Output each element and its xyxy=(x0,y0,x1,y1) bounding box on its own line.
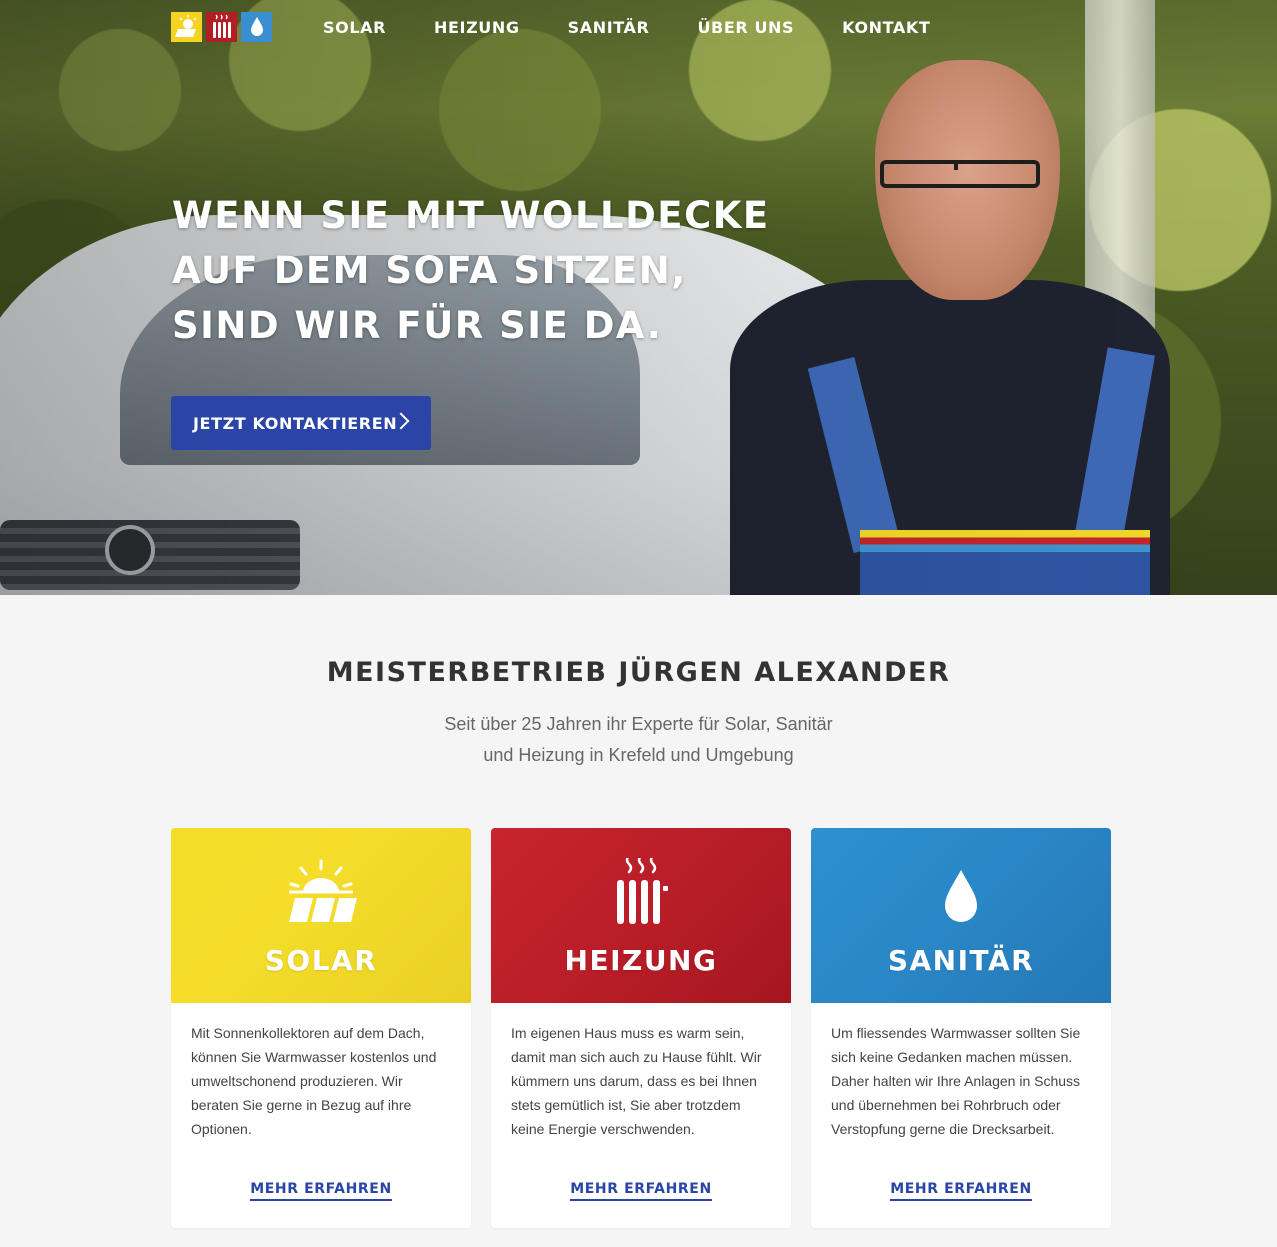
card-more-sanitaer: MEHR ERFAHREN xyxy=(811,1178,1111,1201)
card-more-solar: MEHR ERFAHREN xyxy=(171,1178,471,1201)
nav-ueber-uns[interactable]: ÜBER UNS xyxy=(697,18,794,37)
hero-headline-line: AUF DEM SOFA SITZEN, xyxy=(172,249,687,292)
learn-more-link-heizung[interactable]: MEHR ERFAHREN xyxy=(570,1181,712,1201)
learn-more-link-solar[interactable]: MEHR ERFAHREN xyxy=(250,1181,392,1201)
card-header-sanitaer[interactable]: SANITÄR xyxy=(811,828,1111,1003)
service-card-solar: SOLAR Mit Sonnenkollektoren auf dem Dach… xyxy=(171,828,471,1228)
drop-logo-icon xyxy=(241,12,272,42)
card-text-heizung: Im eigenen Haus muss es warm sein, damit… xyxy=(511,1025,762,1137)
hero-headline-line: SIND WIR FÜR SIE DA. xyxy=(172,304,663,347)
card-title-heizung: HEIZUNG xyxy=(564,944,718,977)
radiator-icon xyxy=(617,858,668,924)
hero-section: SOLAR HEIZUNG SANITÄR ÜBER UNS KONTAKT W… xyxy=(0,0,1277,595)
card-header-solar[interactable]: SOLAR xyxy=(171,828,471,1003)
solar-logo-icon xyxy=(171,12,202,42)
nav-links: SOLAR HEIZUNG SANITÄR ÜBER UNS KONTAKT xyxy=(323,18,978,37)
site-logo[interactable] xyxy=(171,12,272,42)
hero-headline-line: WENN SIE MIT WOLLDECKE xyxy=(172,194,770,237)
solar-panel-sun-icon xyxy=(289,859,357,922)
service-card-heizung: HEIZUNG Im eigenen Haus muss es warm sei… xyxy=(491,828,791,1228)
nav-kontakt[interactable]: KONTAKT xyxy=(842,18,930,37)
top-navigation: SOLAR HEIZUNG SANITÄR ÜBER UNS KONTAKT xyxy=(0,0,1277,56)
learn-more-link-sanitaer[interactable]: MEHR ERFAHREN xyxy=(890,1181,1032,1201)
card-more-heizung: MEHR ERFAHREN xyxy=(491,1178,791,1201)
card-title-sanitaer: SANITÄR xyxy=(887,944,1035,977)
contact-now-button[interactable]: JETZT KONTAKTIEREN xyxy=(171,396,431,450)
nav-sanitaer[interactable]: SANITÄR xyxy=(568,18,650,37)
card-text-sanitaer: Um fliessendes Warmwasser sollten Sie si… xyxy=(831,1025,1081,1137)
nav-heizung[interactable]: HEIZUNG xyxy=(434,18,520,37)
card-header-heizung[interactable]: HEIZUNG xyxy=(491,828,791,1003)
nav-solar[interactable]: SOLAR xyxy=(323,18,386,37)
company-title: MEISTERBETRIEB JÜRGEN ALEXANDER xyxy=(326,657,951,688)
company-subtitle: Seit über 25 Jahren ihr Experte für Sola… xyxy=(0,709,1277,771)
hero-headline: WENN SIE MIT WOLLDECKE AUF DEM SOFA SITZ… xyxy=(172,188,812,353)
card-title-solar: SOLAR xyxy=(264,944,378,977)
company-subtitle-line: Seit über 25 Jahren ihr Experte für Sola… xyxy=(444,714,833,734)
water-drop-icon xyxy=(945,870,977,922)
company-subtitle-line: und Heizung in Krefeld und Umgebung xyxy=(483,745,794,765)
contact-now-label: JETZT KONTAKTIEREN xyxy=(193,413,398,433)
radiator-logo-icon xyxy=(206,12,237,42)
service-card-sanitaer: SANITÄR Um fliessendes Warmwasser sollte… xyxy=(811,828,1111,1228)
card-text-solar: Mit Sonnenkollektoren auf dem Dach, könn… xyxy=(191,1025,437,1137)
